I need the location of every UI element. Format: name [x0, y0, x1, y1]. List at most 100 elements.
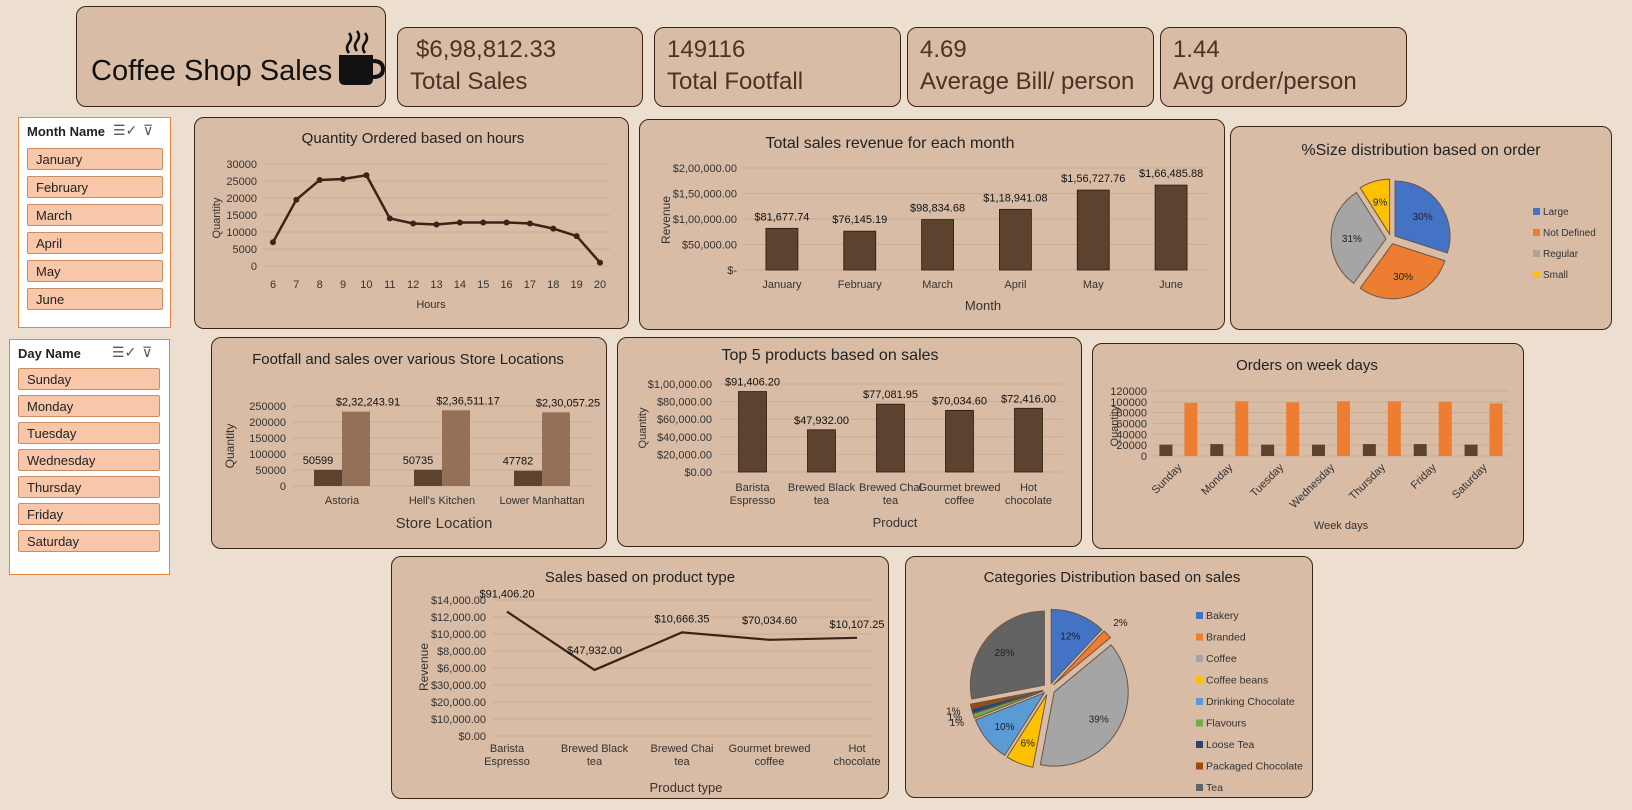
- y-tick-label: $1,00,000.00: [673, 214, 737, 226]
- y-tick-label: $50,000.00: [682, 240, 737, 252]
- chart-title: Categories Distribution based on sales: [984, 569, 1241, 586]
- slicer-item-february[interactable]: February: [27, 176, 163, 198]
- bar: [1489, 403, 1503, 456]
- legend-swatch: [1196, 741, 1203, 748]
- legend-swatch: [1533, 271, 1540, 278]
- bar: [843, 230, 877, 271]
- y-tick-label: $20,000.00: [431, 697, 486, 709]
- months-bar-chart: Total sales revenue for each month $- $50,…: [659, 135, 1210, 313]
- data-label: $2,30,057.25: [536, 397, 600, 409]
- slicer-item-tuesday[interactable]: Tuesday: [18, 422, 160, 444]
- kpi-value: 4.69: [920, 36, 967, 63]
- chart-card-ptype: Sales based on product type $0.00 $10,000.…: [391, 556, 889, 799]
- x-tick-label: Brewed Chai tea: [651, 743, 714, 768]
- clear-filter-icon[interactable]: ⊽: [143, 122, 153, 139]
- y-tick-label: $6,000.00: [437, 663, 486, 675]
- x-tick-label: April: [1004, 279, 1026, 291]
- slicer-item-june[interactable]: June: [27, 288, 163, 310]
- x-tick-label: Wednesday: [1288, 461, 1338, 511]
- bar: [738, 391, 767, 473]
- y-tick-label: $-: [727, 265, 737, 277]
- data-label: $10,107.25: [829, 619, 884, 631]
- y-axis-label: Revenue: [659, 196, 673, 244]
- bar: [1210, 444, 1224, 456]
- x-tick-label: 10: [360, 279, 372, 291]
- chart-title: Orders on week days: [1236, 357, 1378, 374]
- chart-card-hours: Quantity Ordered based on hours 0 5000 1000…: [194, 117, 629, 329]
- chart-card-top5: Top 5 products based on sales $0.00 $20,00…: [617, 337, 1082, 547]
- chart-title: Footfall and sales over various Store Lo…: [252, 351, 564, 368]
- data-point: [573, 233, 580, 240]
- x-tick-label: Lower Manhattan: [500, 495, 585, 507]
- bar: [514, 470, 542, 486]
- x-tick-label: Gourmet brewed coffee: [729, 743, 811, 768]
- legend-label: Coffee: [1206, 653, 1237, 665]
- x-axis-label: Hours: [416, 299, 446, 311]
- slicer-item-sunday[interactable]: Sunday: [18, 368, 160, 390]
- x-tick-label: Brewed Black tea: [788, 482, 856, 507]
- data-point: [433, 221, 440, 228]
- slicer-item-january[interactable]: January: [27, 148, 163, 170]
- clear-filter-icon[interactable]: ⊽: [142, 344, 152, 361]
- y-tick-label: 50000: [255, 465, 286, 477]
- x-tick-label: Saturday: [1450, 461, 1490, 501]
- slicer-item-march[interactable]: March: [27, 204, 163, 226]
- y-tick-label: 10000: [226, 227, 257, 239]
- x-axis-label: Month: [965, 298, 1001, 313]
- multi-select-icon[interactable]: ☰✓: [113, 122, 137, 139]
- x-tick-label: June: [1159, 279, 1183, 291]
- y-tick-label: 0: [251, 261, 257, 273]
- data-label: $77,081.95: [863, 389, 918, 401]
- bar: [1235, 401, 1249, 456]
- hours-line-chart: Quantity Ordered based on hours 0 5000 1000…: [211, 130, 610, 311]
- data-label: $47,932.00: [794, 415, 849, 427]
- x-tick-label: February: [838, 279, 883, 291]
- kpi-label: Total Sales: [410, 68, 528, 95]
- legend-label: Large: [1543, 207, 1569, 218]
- slicer-item-may[interactable]: May: [27, 260, 163, 282]
- chart-title: Total sales revenue for each month: [765, 135, 1014, 152]
- y-tick-label: 250000: [249, 401, 286, 413]
- kpi-avg-order: 1.44 Avg order/person: [1160, 27, 1407, 107]
- dashboard-title: Coffee Shop Sales: [91, 55, 333, 87]
- data-label: $2,36,511.17: [436, 395, 499, 407]
- bar: [807, 429, 836, 473]
- data-point: [270, 239, 276, 246]
- slicer-item-monday[interactable]: Monday: [18, 395, 160, 417]
- y-tick-label: 120000: [1110, 386, 1147, 398]
- slice-label: 28%: [994, 648, 1014, 659]
- data-label: $76,145.19: [832, 214, 887, 226]
- legend-label: Loose Tea: [1206, 739, 1254, 751]
- bar: [999, 208, 1032, 271]
- y-tick-label: 15000: [226, 210, 257, 222]
- bar: [765, 227, 799, 271]
- y-tick-label: $0.00: [458, 731, 486, 743]
- x-tick-label: Astoria: [325, 495, 360, 507]
- slice-label: 9%: [1373, 197, 1388, 208]
- slice-label: 12%: [1060, 631, 1080, 642]
- slicer-item-april[interactable]: April: [27, 232, 163, 254]
- slice-label: 30%: [1413, 212, 1433, 223]
- slicer-item-saturday[interactable]: Saturday: [18, 530, 160, 552]
- multi-select-icon[interactable]: ☰✓: [112, 344, 136, 361]
- month-slicer: Month Name ☰✓ ⊽ January February March Apri…: [18, 117, 171, 328]
- bar: [542, 412, 570, 486]
- data-point: [456, 219, 463, 226]
- chart-card-weekdays: Orders on week days 0 20000 40000 60000 80000…: [1092, 343, 1524, 549]
- data-point: [410, 220, 417, 227]
- bar: [945, 409, 974, 473]
- x-tick-label: 6: [270, 279, 276, 291]
- y-tick-label: 20000: [226, 193, 257, 205]
- data-label: $10,666.35: [654, 613, 709, 625]
- slicer-item-thursday[interactable]: Thursday: [18, 476, 160, 498]
- kpi-label: Average Bill/ person: [920, 68, 1135, 95]
- data-label: 50599: [303, 455, 334, 467]
- data-point: [503, 219, 510, 226]
- slicer-item-wednesday[interactable]: Wednesday: [18, 449, 160, 471]
- legend-label: Not Defined: [1543, 228, 1596, 239]
- slicer-item-friday[interactable]: Friday: [18, 503, 160, 525]
- legend-swatch: [1533, 208, 1540, 215]
- slice-label: 1%: [946, 706, 961, 717]
- data-label: $1,18,941.08: [983, 192, 1047, 204]
- data-point: [316, 176, 323, 183]
